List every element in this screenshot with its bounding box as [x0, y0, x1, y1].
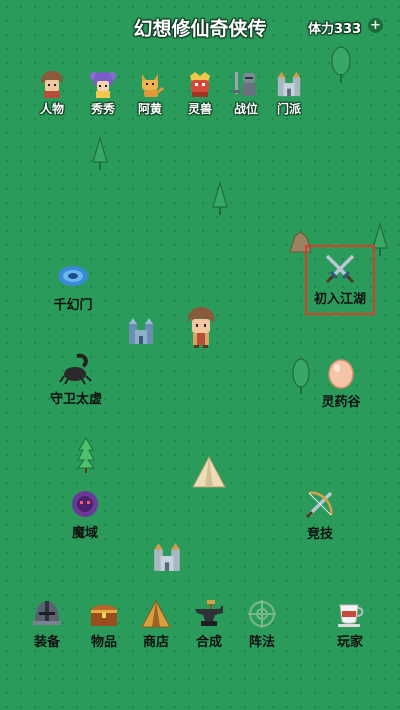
- bottom-label: 合成: [195, 635, 222, 650]
- bottom-label: 物品: [90, 635, 117, 650]
- nav-sect[interactable]: 门派: [259, 70, 319, 117]
- bottom-items[interactable]: 物品: [74, 599, 134, 650]
- player-character[interactable]: [183, 305, 219, 349]
- treasure-chest-icon: [91, 605, 117, 626]
- anvil-icon: [195, 600, 223, 626]
- blue-vortex-icon: [58, 266, 88, 286]
- bottom-equipment[interactable]: 装备: [17, 599, 77, 650]
- tent-icon: [141, 599, 171, 628]
- bottom-player[interactable]: 玩家: [320, 599, 380, 650]
- map-node-label: 灵药谷: [321, 395, 361, 410]
- hero-portrait-icon: [41, 71, 63, 98]
- knight-armor-icon: [233, 72, 256, 96]
- dog-icon: [142, 74, 164, 97]
- castle-icon: [277, 71, 301, 97]
- helmet-icon: [33, 601, 61, 625]
- add-stamina-button[interactable]: +: [368, 18, 383, 33]
- map-node-lingyaogu[interactable]: 灵药谷: [311, 357, 371, 410]
- map-node-jingji[interactable]: 竞技: [290, 487, 350, 542]
- purple-demon-icon: [72, 491, 98, 517]
- tree-icon: [92, 136, 108, 170]
- egg-icon: [328, 359, 354, 389]
- map-node-qianhuanmen[interactable]: 千幻门: [43, 258, 103, 313]
- teacup-icon: [338, 604, 364, 627]
- black-scorpion-icon: [59, 353, 92, 385]
- bottom-label: 阵法: [248, 635, 275, 650]
- map-node-moyu[interactable]: 魔域: [55, 488, 115, 541]
- tree-icon: [292, 358, 310, 394]
- sword-bow-icon: [305, 491, 333, 519]
- map-node-label: 守卫太虚: [49, 392, 102, 407]
- castle-icon: [129, 318, 153, 344]
- bottom-label: 玩家: [336, 635, 363, 650]
- map-node-label: 竞技: [306, 527, 333, 542]
- map-node-label: 初入江湖: [313, 292, 366, 307]
- tree-icon: [331, 46, 351, 83]
- formation-icon: [248, 600, 276, 628]
- tent-icon: [192, 455, 226, 488]
- bottom-formation[interactable]: 阵法: [232, 599, 292, 650]
- pine-tree-icon: [77, 437, 95, 473]
- crossed-swords-icon: [325, 254, 355, 284]
- bottom-shop[interactable]: 商店: [126, 599, 186, 650]
- spirit-beast-icon: [190, 72, 210, 97]
- bottom-synthesis[interactable]: 合成: [179, 599, 239, 650]
- stamina-counter: 体力333: [308, 22, 362, 37]
- girl-portrait-icon: [90, 72, 116, 98]
- map-node-label: 千幻门: [53, 298, 93, 313]
- nav-label: 门派: [276, 102, 301, 116]
- bottom-label: 商店: [142, 635, 169, 650]
- map-node-shouweitaixu[interactable]: 守卫太虚: [44, 352, 108, 407]
- castle-icon: [154, 543, 180, 571]
- tree-icon: [212, 181, 228, 215]
- bottom-label: 装备: [33, 635, 60, 650]
- map-node-chuprujianghu[interactable]: 初入江湖: [302, 252, 378, 307]
- map-node-label: 魔域: [71, 526, 98, 541]
